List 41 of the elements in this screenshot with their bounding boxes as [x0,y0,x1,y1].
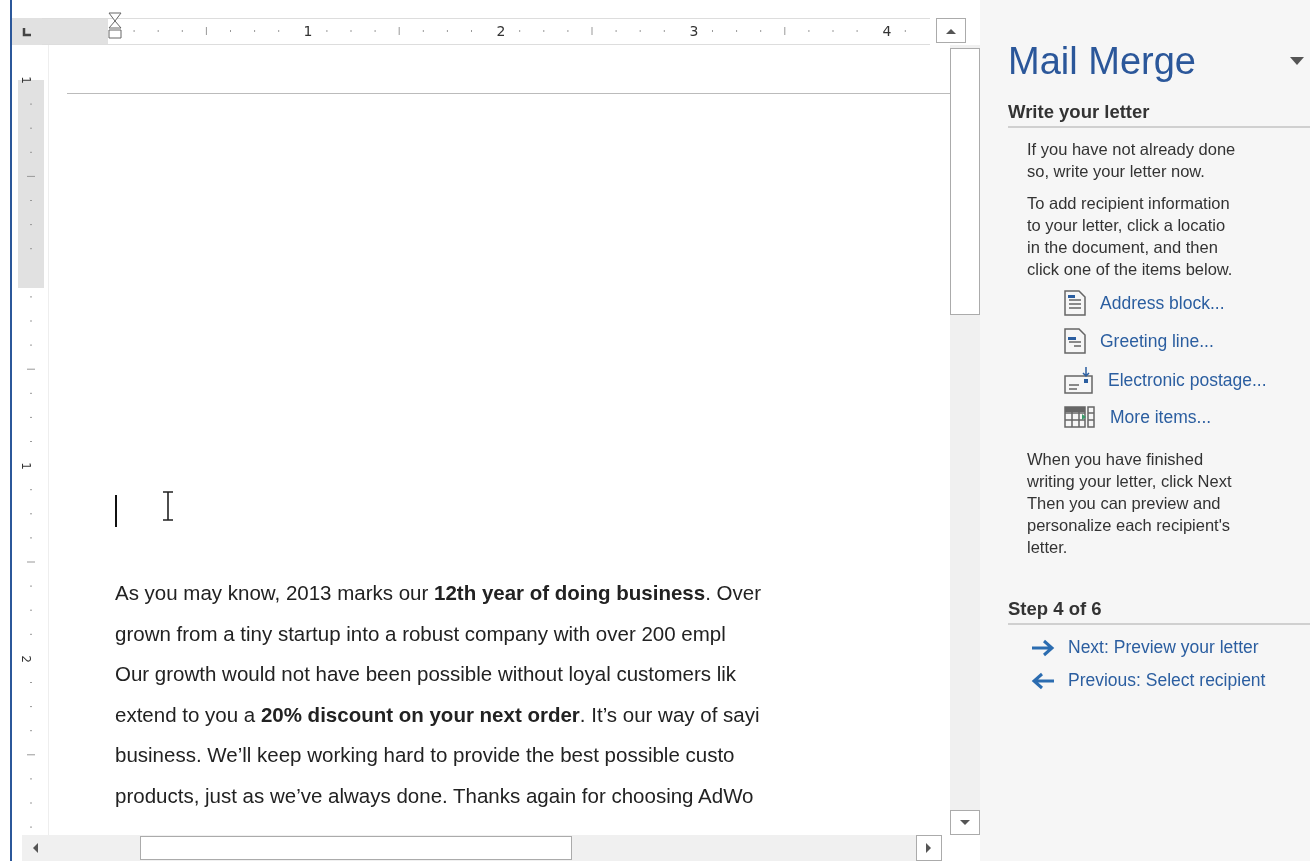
document-icon [1064,328,1086,354]
scroll-thumb[interactable] [140,836,572,860]
document-text-line: products, just as we’ve always done. Thanks again for choosing AdWo [115,782,755,809]
ruler-number: 1 [18,462,33,470]
instruction-text: To add recipient information to your letter, click a locatio in the document, and then click one of the items below. [1027,193,1234,280]
merge-field-link[interactable]: Electronic postage... [1064,366,1310,394]
i-beam-cursor-icon [161,491,175,521]
document-text-line: Our growth would not have been possible without loyal customers lik [115,661,738,687]
scroll-up-button[interactable] [936,18,966,43]
table-icon [1064,406,1096,428]
document-text-line: business. We’ll keep working hard to provide the best possible custo [115,742,736,768]
pane-title: Mail Merge [1008,40,1196,83]
ruler-number: 2 [18,655,33,663]
scroll-right-button[interactable] [916,835,942,861]
document-text-line: As you may know, 2013 marks our 12th year of doing business. Over [115,580,762,606]
tab-stop-icon [22,26,32,37]
document-text-line: grown from a tiny startup into a robust company with over 200 empl [115,620,727,647]
tab-stop-selector[interactable] [12,18,42,45]
ruler-number: 1 [18,76,33,84]
document-text-line: extend to you a 20% discount on your next order. It’s our way of sayi [115,701,761,728]
down-arrow-icon [959,818,971,827]
merge-field-link[interactable]: More items... [1064,406,1310,428]
merge-field-link[interactable]: Greeting line... [1064,328,1310,354]
right-arrow-icon [925,842,933,854]
scroll-thumb[interactable] [950,48,980,315]
step-link[interactable]: Previous: Select recipient [1030,670,1310,691]
step-heading: Step 4 of 6 [1008,598,1310,625]
up-arrow-icon [945,26,957,35]
scroll-down-button[interactable] [950,810,980,835]
merge-field-link[interactable]: Address block... [1064,290,1310,316]
left-arrow-icon [31,842,39,854]
envelope-icon [1064,366,1094,394]
right-arrow-icon [1030,638,1056,657]
dropdown-caret-icon[interactable] [1290,57,1304,66]
text-cursor-icon [115,495,118,527]
document-icon [1064,290,1086,316]
section-heading: Write your letter [1008,101,1310,128]
instruction-text: When you have finished writing your letter, click Next Then you can preview and personalize each recipient's letter. [1027,449,1233,558]
left-arrow-icon [1030,671,1056,690]
instruction-text: If you have not already done so, write your letter now. [1027,139,1237,182]
step-link[interactable]: Next: Preview your letter [1030,637,1310,658]
